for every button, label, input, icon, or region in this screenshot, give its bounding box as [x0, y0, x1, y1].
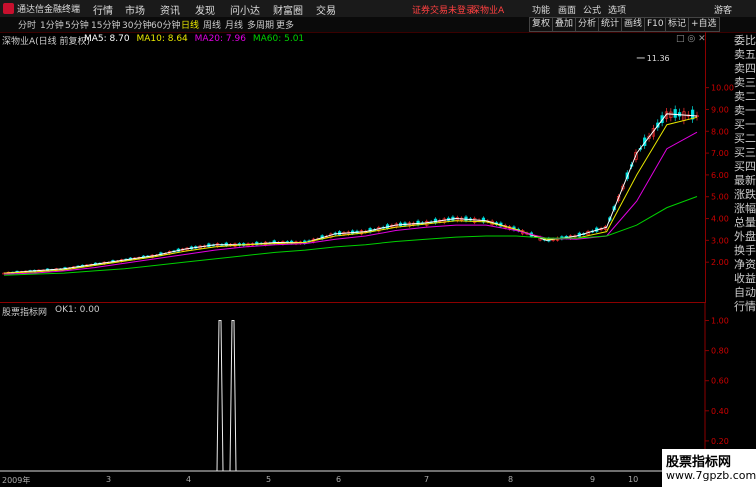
panel-item[interactable]: 委比: [734, 34, 756, 48]
panel-item[interactable]: 净资: [734, 258, 756, 272]
period-30min[interactable]: 30分钟: [122, 18, 151, 31]
panel-item[interactable]: 换手: [734, 244, 756, 258]
panel-item[interactable]: 涨幅: [734, 202, 756, 216]
title-bar: [0, 0, 756, 18]
stats-button[interactable]: 统计: [598, 17, 623, 32]
quote-toggle[interactable]: 行情: [734, 300, 756, 314]
period-weekly[interactable]: 周线: [203, 18, 221, 31]
y-tick-label: 6.00: [711, 171, 729, 180]
max-annotation-label: 11.36: [647, 54, 670, 63]
x-label: 10: [628, 475, 639, 484]
ma-line-ma10: [3, 116, 698, 274]
menu-function[interactable]: 功能: [532, 3, 550, 16]
guest-user[interactable]: 游客: [714, 3, 732, 16]
y-tick-label: 3.00: [711, 236, 729, 245]
period-1min[interactable]: 1分钟: [40, 18, 64, 31]
menu-item-wealth[interactable]: 财富圈: [273, 2, 303, 17]
panel-item[interactable]: 卖三: [734, 76, 756, 90]
period-60min[interactable]: 60分钟: [151, 18, 180, 31]
panel-item[interactable]: 买四: [734, 160, 756, 174]
draw-button[interactable]: 画线: [621, 17, 646, 32]
quote-panel: 委比 卖五 卖四 卖三 卖二 卖一 买一 买二 买三 买四 最新 涨跌 涨幅 总…: [734, 34, 756, 314]
x-label: 5: [266, 475, 272, 484]
y-tick-label: 4.00: [711, 215, 729, 224]
x-label: 4: [186, 475, 192, 484]
login-warning[interactable]: 证券交易未登录: [412, 3, 475, 16]
y-tick-label: 1.00: [711, 317, 729, 326]
panel-item[interactable]: 买三: [734, 146, 756, 160]
add-favorite-button[interactable]: +自选: [688, 17, 720, 32]
app-logo-icon: [3, 3, 14, 14]
y-tick-label: 5.00: [711, 193, 729, 202]
panel-item[interactable]: 卖二: [734, 90, 756, 104]
panel-item[interactable]: 涨跌: [734, 188, 756, 202]
menu-item-quotes[interactable]: 行情: [93, 2, 113, 17]
watermark-title: 股票指标网: [666, 455, 732, 470]
menu-item-trade[interactable]: 交易: [316, 2, 336, 17]
auto-toggle[interactable]: 自动: [734, 286, 756, 300]
period-multi[interactable]: 多周期: [247, 18, 274, 31]
period-monthly[interactable]: 月线: [225, 18, 243, 31]
menu-item-discover[interactable]: 发现: [195, 2, 215, 17]
mark-button[interactable]: 标记: [665, 17, 690, 32]
period-more[interactable]: 更多: [276, 18, 294, 31]
y-tick-label: 0.20: [711, 437, 729, 446]
x-label: 2009年: [2, 476, 31, 485]
panel-item[interactable]: 买二: [734, 132, 756, 146]
panel-item[interactable]: 卖五: [734, 48, 756, 62]
app-title: 通达信金融终端: [17, 5, 81, 15]
period-daily[interactable]: 日线: [181, 18, 199, 31]
panel-item[interactable]: 最新: [734, 174, 756, 188]
y-tick-label: 2.00: [711, 258, 729, 267]
y-tick-label: 9.00: [711, 105, 729, 114]
menu-options[interactable]: 选项: [608, 3, 626, 16]
menu-item-market[interactable]: 市场: [125, 2, 145, 17]
ma-line-ma20: [3, 131, 698, 275]
analysis-button[interactable]: 分析: [575, 17, 600, 32]
overlay-button[interactable]: 叠加: [552, 17, 577, 32]
menu-item-ask[interactable]: 问小达: [230, 2, 260, 17]
y-tick-label: 0.40: [711, 407, 729, 416]
y-tick-label: 0.60: [711, 377, 729, 386]
price-chart[interactable]: 10.00 9.00 8.00 7.00 6.00 5.00 4.00 3.00 2.00 11.…: [0, 44, 734, 304]
menu-item-news[interactable]: 资讯: [160, 2, 180, 17]
y-tick-label: 0.80: [711, 347, 729, 356]
watermark-url: www.7gpzb.com: [666, 469, 756, 482]
panel-item[interactable]: 卖四: [734, 62, 756, 76]
panel-item[interactable]: 卖一: [734, 104, 756, 118]
y-tick-label: 8.00: [711, 127, 729, 136]
period-5min[interactable]: 5分钟: [65, 18, 89, 31]
period-timeshare[interactable]: 分时: [18, 18, 36, 31]
menu-screen[interactable]: 画面: [558, 3, 576, 16]
period-15min[interactable]: 15分钟: [91, 18, 120, 31]
y-tick-label: 7.00: [711, 149, 729, 158]
x-label: 3: [106, 475, 112, 484]
x-label: 6: [336, 475, 342, 484]
indicator-chart[interactable]: 1.00 0.80 0.60 0.40 0.20: [0, 303, 734, 473]
panel-item[interactable]: 总量: [734, 216, 756, 230]
menu-formula[interactable]: 公式: [583, 3, 601, 16]
candle-body: [673, 109, 677, 118]
panel-item[interactable]: 买一: [734, 118, 756, 132]
ok1-spike: [229, 320, 237, 472]
y-tick-label: 10.00: [711, 84, 734, 93]
ok1-spike: [216, 320, 224, 472]
adjust-button[interactable]: 复权: [529, 17, 554, 32]
x-label: 9: [590, 475, 596, 484]
panel-item[interactable]: 收益: [734, 272, 756, 286]
x-label: 8: [508, 475, 514, 484]
current-stock-name: 深物业A: [471, 6, 505, 16]
panel-item[interactable]: 外盘: [734, 230, 756, 244]
ma-line-ma5: [3, 113, 698, 274]
x-label: 7: [424, 475, 430, 484]
f10-button[interactable]: F10: [644, 17, 667, 32]
